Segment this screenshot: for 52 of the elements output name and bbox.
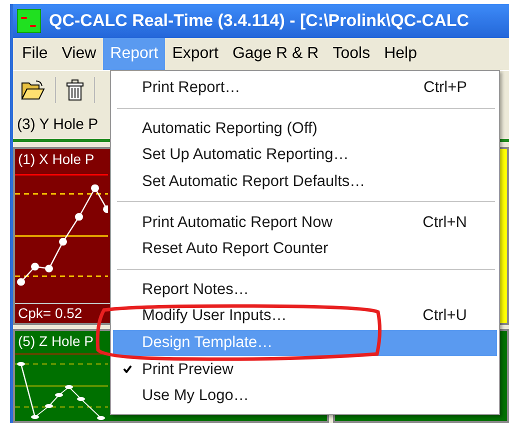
cpk-value: Cpk= 0.52: [17, 304, 84, 322]
menu-option[interactable]: Print Automatic Report Now Ctrl+N: [113, 209, 497, 236]
data-point: [103, 205, 108, 214]
menu-option[interactable]: Automatic Reporting (Off): [113, 116, 497, 142]
window-title: QC-CALC Real-Time (3.4.114) - [C:\Prolink\QC-CALC: [49, 11, 470, 31]
menu-option-label: Set Up Automatic Reporting…: [142, 146, 349, 164]
data-point: [17, 362, 25, 366]
menu-item[interactable]: File: [15, 38, 55, 70]
data-point: [65, 385, 73, 389]
menu-option[interactable]: Set Automatic Report Defaults…: [113, 168, 497, 196]
data-point: [59, 238, 67, 246]
menu-option-label: Print Automatic Report Now: [142, 214, 332, 232]
menu-option[interactable]: Reset Auto Report Counter: [113, 236, 497, 263]
menu-option-label: Print Report…: [142, 79, 240, 98]
menu-option-label: Modify User Inputs…: [142, 307, 287, 326]
menu-option-label: Reset Auto Report Counter: [142, 240, 328, 258]
app-icon: [17, 9, 41, 33]
data-point: [45, 264, 53, 272]
menu-option[interactable]: Print Report… Ctrl+P: [113, 75, 497, 102]
data-point: [31, 262, 39, 270]
menu-item[interactable]: Tools: [326, 38, 378, 70]
data-point: [17, 278, 25, 286]
data-point: [45, 404, 53, 408]
menu-item[interactable]: View: [54, 38, 104, 70]
data-point: [55, 393, 63, 397]
data-point: [75, 213, 83, 221]
shortcut-label: Ctrl+P: [424, 79, 467, 98]
shortcut-label: Ctrl+N: [422, 214, 467, 232]
data-point: [91, 184, 99, 192]
shortcut-label: Ctrl+U: [422, 307, 467, 326]
menu-option-label: Print Preview: [142, 360, 234, 379]
chart-title: (1) X Hole P: [17, 150, 96, 169]
data-point: [31, 415, 39, 419]
menu-item[interactable]: Export: [165, 38, 226, 70]
open-folder-icon[interactable]: [21, 79, 45, 101]
menu-option[interactable]: Modify User Inputs… Ctrl+U: [113, 303, 497, 330]
trash-icon[interactable]: [66, 79, 84, 101]
menu-option-label: Automatic Reporting (Off): [142, 120, 318, 138]
menu-option[interactable]: Set Up Automatic Reporting…: [113, 142, 497, 169]
menu-option-label: Use My Logo…: [142, 387, 249, 406]
menu-option-label: Design Template…: [142, 334, 273, 352]
chart-title: (3) Y Hole P: [17, 116, 98, 132]
data-point: [97, 416, 105, 420]
menu-option[interactable]: Report Notes…: [113, 276, 497, 304]
menu-option[interactable]: Use My Logo…: [113, 382, 497, 410]
menu-option-label: Set Automatic Report Defaults…: [142, 173, 366, 192]
menu-item[interactable]: Gage R & R: [225, 38, 326, 70]
data-point: [77, 397, 85, 401]
menu-item[interactable]: Help: [377, 38, 424, 70]
menu-option[interactable]: Print Preview: [113, 356, 497, 383]
chart-title: (5) Z Hole P: [17, 332, 94, 351]
menu-option-label: Report Notes…: [142, 280, 249, 299]
